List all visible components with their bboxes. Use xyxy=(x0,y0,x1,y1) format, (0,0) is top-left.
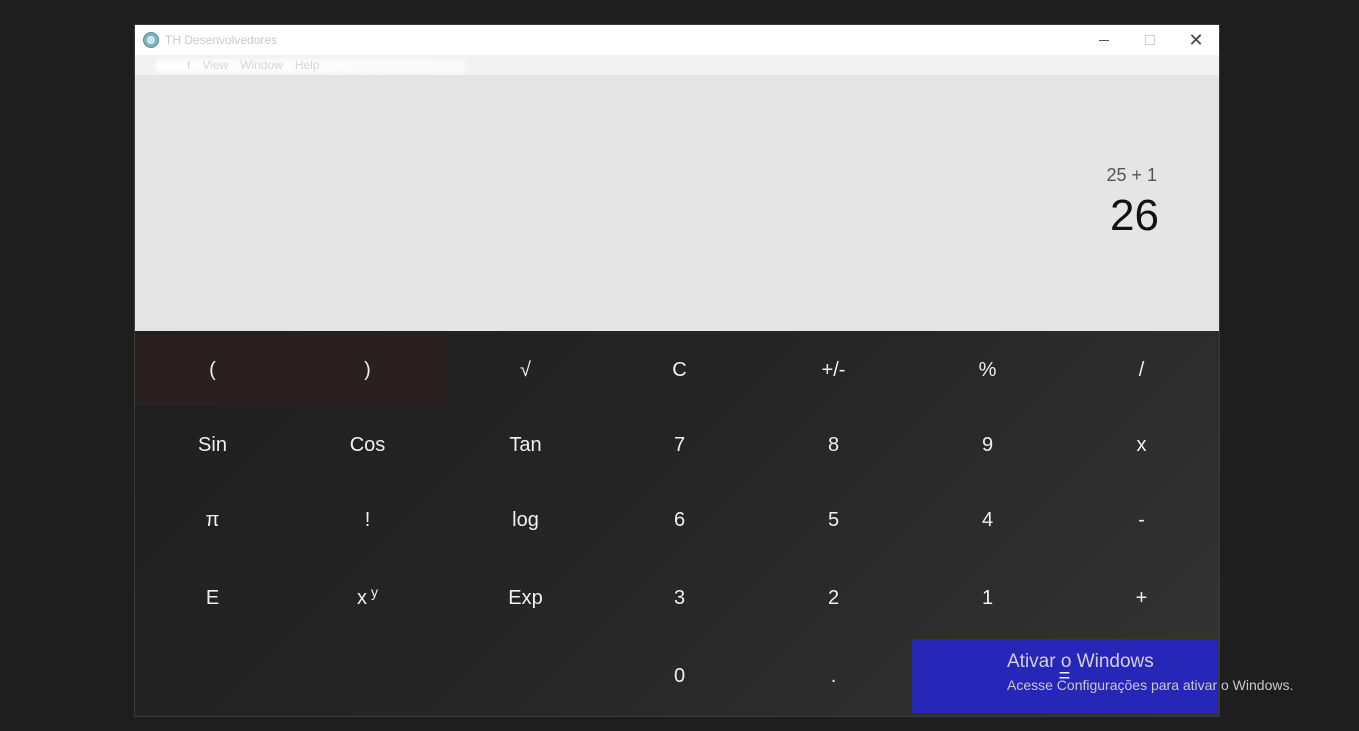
two-button[interactable]: 2 xyxy=(756,562,911,634)
windows-activation-watermark: Ativar o Windows Acesse Configurações pa… xyxy=(1007,651,1293,693)
menu-item-window[interactable]: Window xyxy=(240,58,283,72)
nine-button[interactable]: 9 xyxy=(910,409,1065,481)
factorial-button[interactable]: ! xyxy=(290,484,445,556)
menu-item-view[interactable]: View xyxy=(202,58,228,72)
watermark-title: Ativar o Windows xyxy=(1007,651,1154,672)
result-text: 26 xyxy=(1110,191,1159,240)
clear-button[interactable]: C xyxy=(602,334,757,406)
menu-item-help[interactable]: Help xyxy=(295,58,320,72)
four-button[interactable]: 4 xyxy=(910,484,1065,556)
exp-button[interactable]: Exp xyxy=(448,562,603,634)
three-button[interactable]: 3 xyxy=(602,562,757,634)
multiply-button[interactable]: x xyxy=(1064,409,1219,481)
negate-button[interactable]: +/- xyxy=(756,334,911,406)
calculator-display: 25 + 1 26 xyxy=(135,75,1219,331)
seven-button[interactable]: 7 xyxy=(602,409,757,481)
percent-button[interactable]: % xyxy=(910,334,1065,406)
title-bar[interactable]: TH Desenvolvedores ✕ xyxy=(135,25,1219,55)
eight-button[interactable]: 8 xyxy=(756,409,911,481)
maximize-button[interactable] xyxy=(1127,25,1173,55)
power-base-label: x xyxy=(357,586,367,609)
close-button[interactable]: ✕ xyxy=(1173,25,1219,55)
menu-bar: t View Window Help xyxy=(135,55,1219,75)
menu-item-file[interactable]: t xyxy=(187,58,190,72)
divide-button[interactable]: / xyxy=(1064,334,1219,406)
expression-text: 25 + 1 xyxy=(1106,165,1157,185)
calculator-window: TH Desenvolvedores ✕ t View Window Help … xyxy=(135,25,1219,716)
minimize-icon xyxy=(1099,39,1109,41)
maximize-icon xyxy=(1145,35,1155,45)
close-paren-button[interactable]: ) xyxy=(290,334,445,406)
five-button[interactable]: 5 xyxy=(756,484,911,556)
open-paren-button[interactable]: ( xyxy=(135,334,290,406)
pi-button[interactable]: π xyxy=(135,484,290,556)
window-controls: ✕ xyxy=(1081,25,1219,55)
close-icon: ✕ xyxy=(1188,29,1204,50)
one-button[interactable]: 1 xyxy=(910,562,1065,634)
sin-button[interactable]: Sin xyxy=(135,409,290,481)
power-exponent-label: y xyxy=(371,584,378,600)
app-logo-icon xyxy=(143,32,159,48)
minus-button[interactable]: - xyxy=(1064,484,1219,556)
dot-button[interactable]: . xyxy=(756,640,911,712)
power-button[interactable]: xy xyxy=(290,562,445,634)
watermark-subtitle: Acesse Configurações para ativar o Windo… xyxy=(1007,677,1294,693)
cos-button[interactable]: Cos xyxy=(290,409,445,481)
zero-button[interactable]: 0 xyxy=(602,640,757,712)
log-button[interactable]: log xyxy=(448,484,603,556)
tan-button[interactable]: Tan xyxy=(448,409,603,481)
e-button[interactable]: E xyxy=(135,562,290,634)
minimize-button[interactable] xyxy=(1081,25,1127,55)
plus-button[interactable]: + xyxy=(1064,562,1219,634)
six-button[interactable]: 6 xyxy=(602,484,757,556)
sqrt-button[interactable]: √ xyxy=(448,334,603,406)
window-title: TH Desenvolvedores xyxy=(165,33,278,47)
